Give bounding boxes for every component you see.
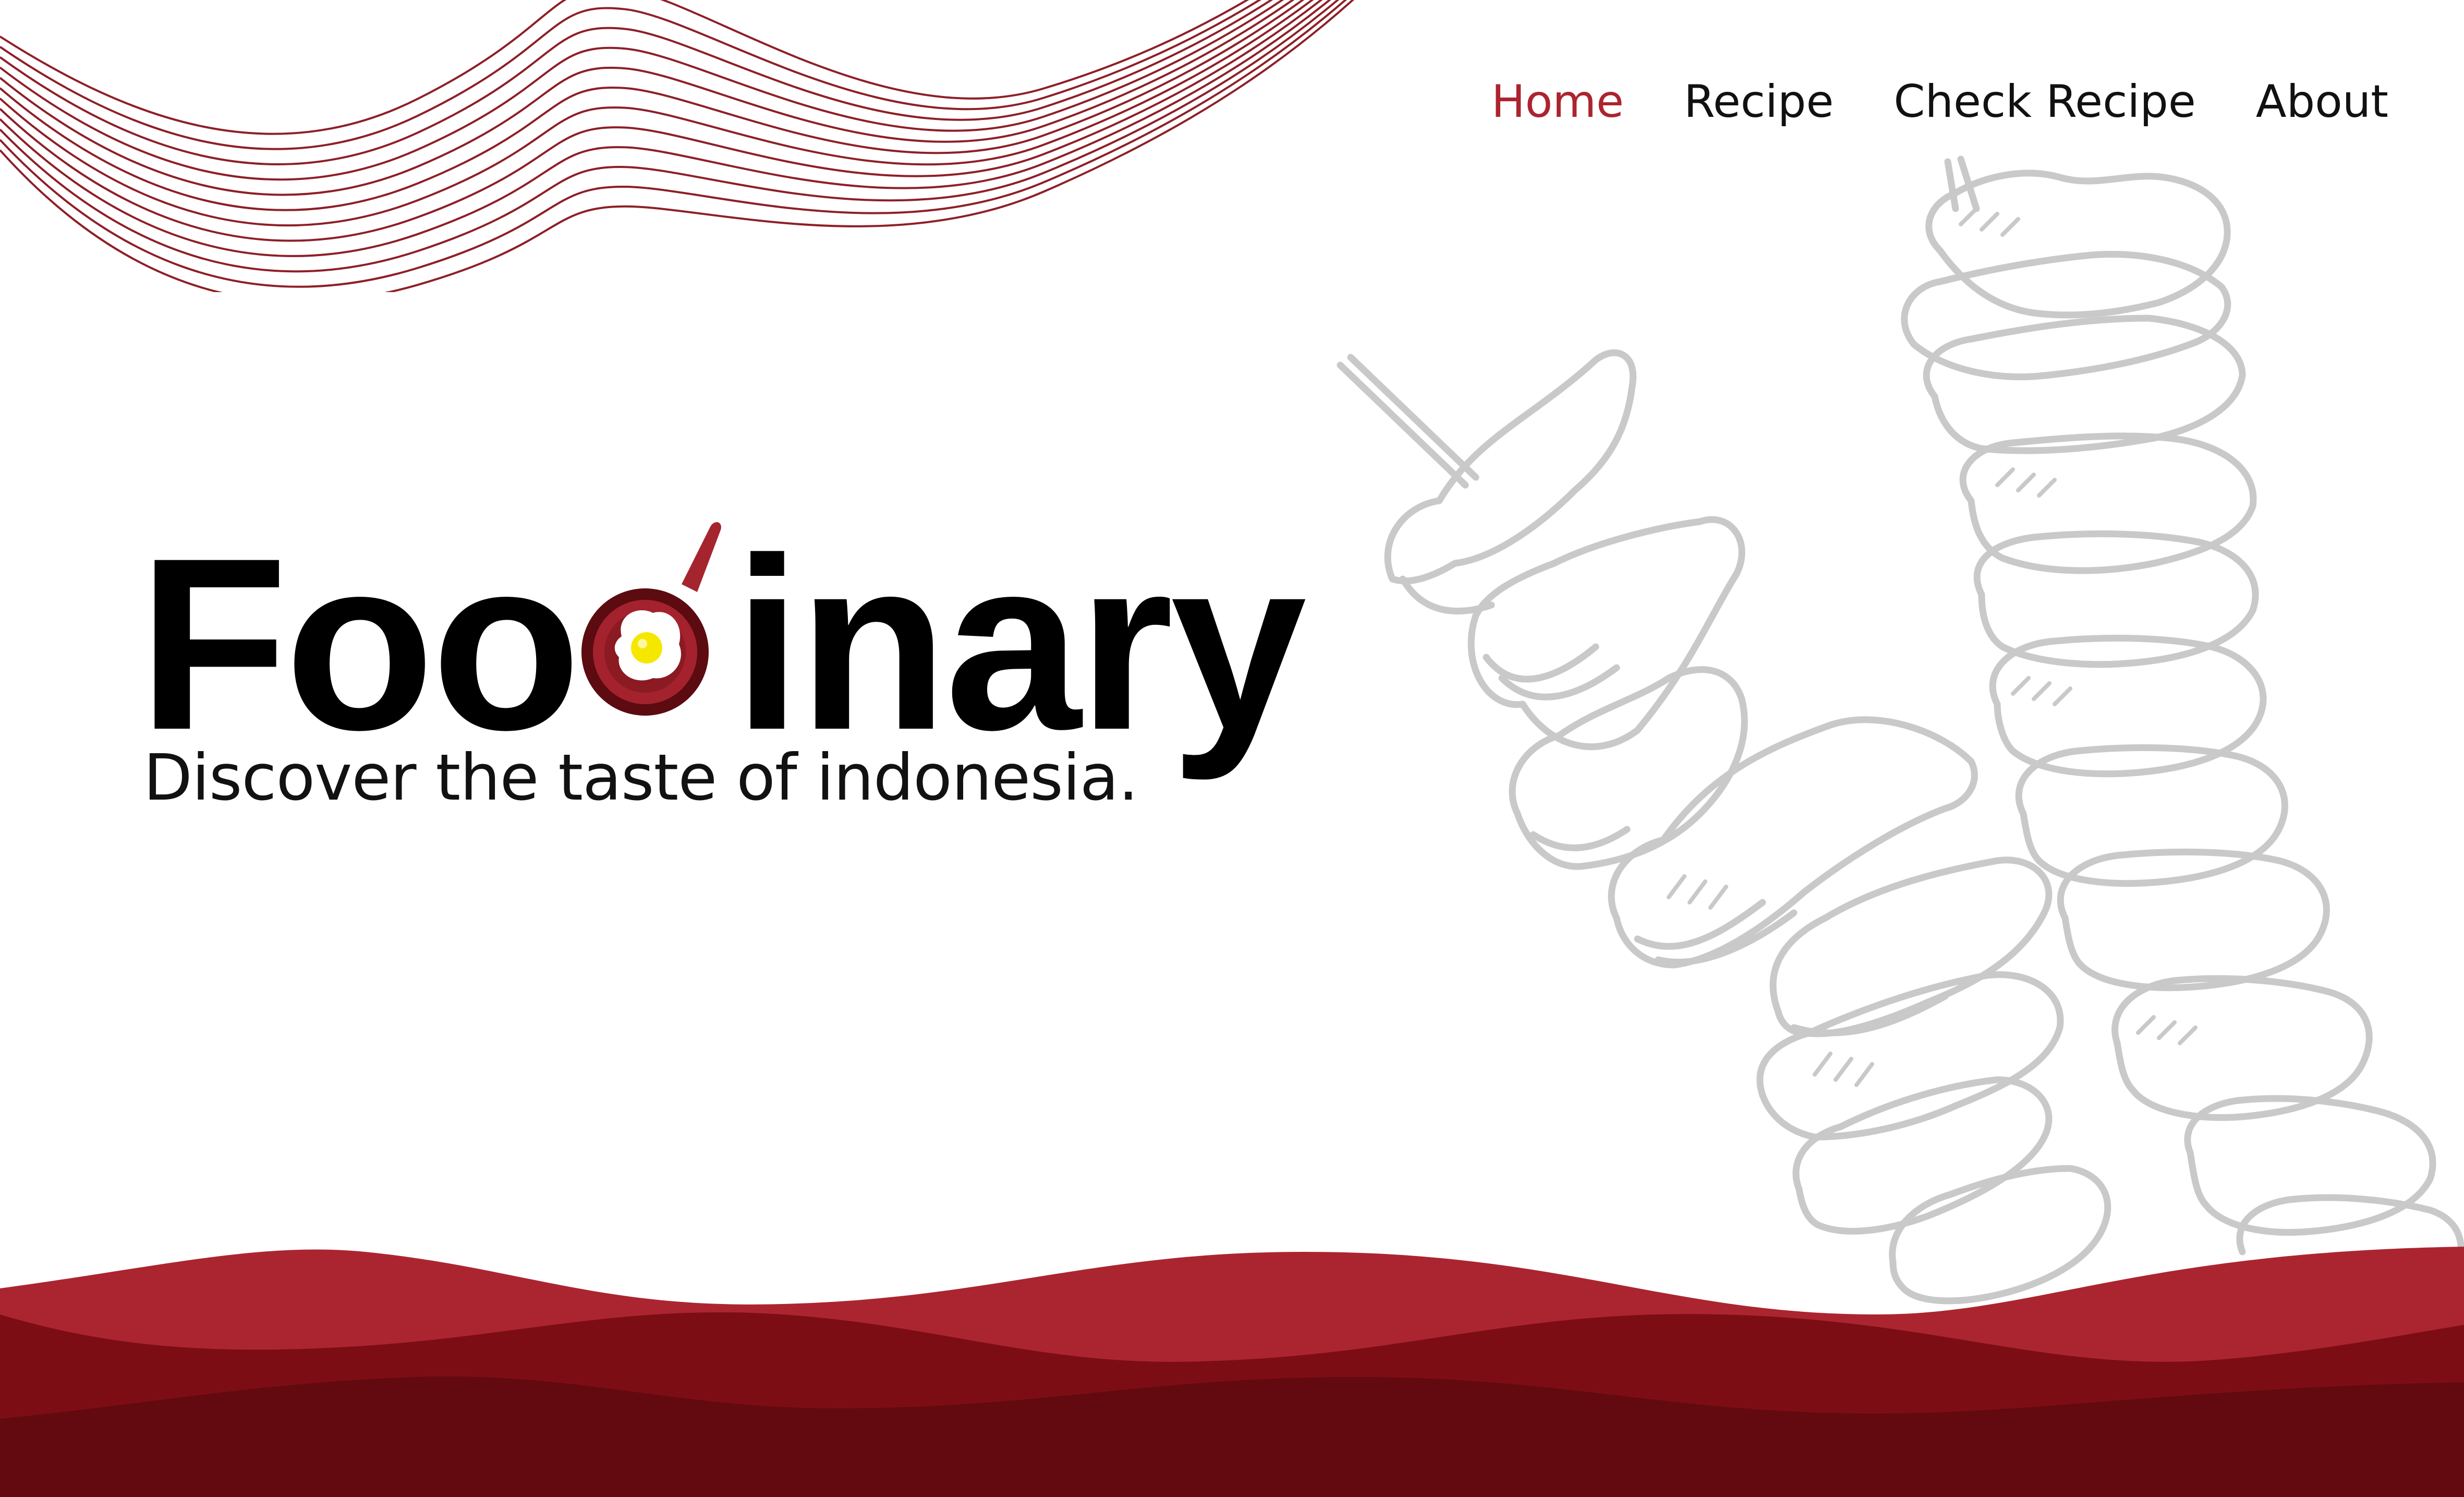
wave-line xyxy=(0,0,1273,166)
satay-skewer-illustration xyxy=(1337,155,2464,1305)
main-nav: Home Recipe Check Recipe About xyxy=(1491,68,2388,136)
nav-home[interactable]: Home xyxy=(1491,76,1624,128)
landing-page: Home Recipe Check Recipe About Foo inary… xyxy=(0,0,2464,1497)
nav-about[interactable]: About xyxy=(2256,76,2388,128)
wave-line xyxy=(0,0,1355,292)
tagline: Discover the taste of indonesia. xyxy=(143,741,1138,815)
nav-check-recipe[interactable]: Check Recipe xyxy=(1893,76,2195,128)
nav-recipe[interactable]: Recipe xyxy=(1684,76,1834,128)
wave-line xyxy=(0,0,1249,135)
wave-line xyxy=(0,0,1284,181)
frying-pan-egg-icon xyxy=(581,522,722,716)
wave-lines-decoration xyxy=(0,0,1355,292)
logo-text-start: Foo xyxy=(138,507,581,781)
bottom-wave-decoration xyxy=(0,1247,2464,1497)
logo-text-end: inary xyxy=(733,507,1306,781)
wave-line xyxy=(0,0,1262,150)
wave-line xyxy=(0,0,1295,196)
